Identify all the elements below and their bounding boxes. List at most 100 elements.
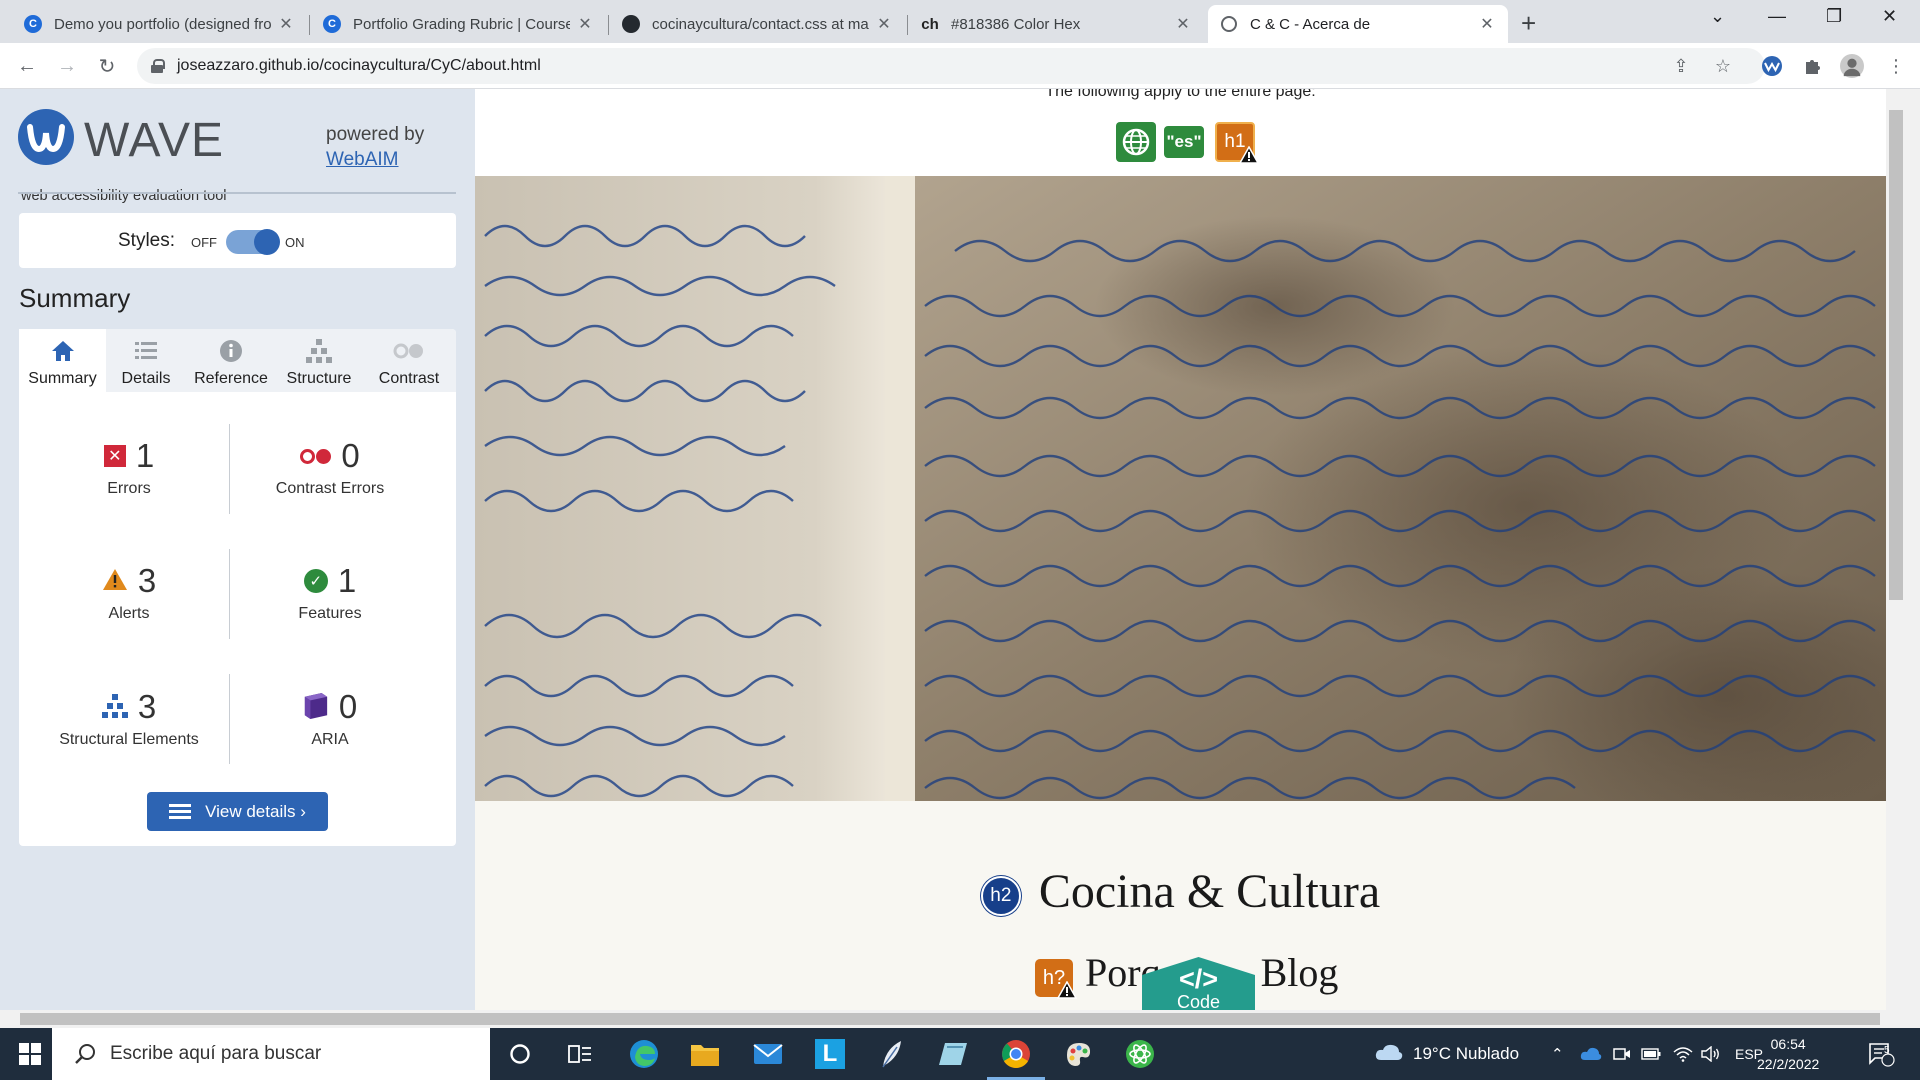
code-symbol: </> (1178, 964, 1219, 994)
volume-icon[interactable] (1701, 1028, 1721, 1080)
close-icon[interactable]: ✕ (277, 14, 295, 34)
webaim-link[interactable]: WebAIM (326, 149, 399, 171)
tab-label: Reference (194, 370, 268, 387)
edge-icon[interactable] (627, 1037, 661, 1071)
forward-arrow-icon[interactable]: → (53, 52, 81, 80)
errors-count: 1 (135, 437, 155, 474)
view-details-label: View details › (205, 801, 306, 821)
alert-triangle-icon (102, 568, 128, 594)
chrome-icon[interactable] (987, 1037, 1045, 1080)
tab-reference[interactable]: Reference (186, 329, 276, 392)
browser-tab[interactable]: C Portfolio Grading Rubric | Course ✕ (311, 5, 606, 43)
alerts-count: 3 (137, 562, 157, 599)
h2-structure-badge[interactable]: h2 (980, 875, 1021, 916)
tab-label: Summary (28, 370, 97, 387)
coursera-icon: C (323, 15, 341, 33)
aria-label: ARIA (311, 731, 349, 748)
close-icon[interactable]: ✕ (875, 14, 893, 34)
h1-alert-badge[interactable]: h1 (1215, 122, 1260, 164)
notifications-icon[interactable]: 5 (1867, 1028, 1895, 1080)
window-close-icon[interactable]: ✕ (1882, 6, 1897, 27)
browser-tab[interactable]: ch #818386 Color Hex ✕ (909, 5, 1204, 43)
menu-kebab-icon[interactable]: ⋮ (1884, 54, 1908, 78)
tab-structure[interactable]: Structure (276, 329, 362, 392)
close-icon[interactable]: ✕ (1174, 14, 1192, 34)
coursera-icon: C (24, 15, 42, 33)
tray-chevron-icon[interactable]: ⌃ (1551, 1028, 1564, 1080)
divider (229, 549, 230, 639)
share-icon[interactable]: ⇪ (1669, 54, 1693, 78)
github-icon (622, 15, 640, 33)
windows-start-icon[interactable] (13, 1037, 47, 1071)
tab-title: Demo you portfolio (designed fro (54, 15, 271, 33)
close-icon[interactable]: ✕ (576, 14, 594, 34)
browser-tab-active[interactable]: C & C - Acerca de ✕ (1208, 5, 1508, 43)
address-bar[interactable]: joseazzaro.github.io/cocinaycultura/CyC/… (137, 48, 1765, 84)
wave-extension-icon[interactable] (1760, 54, 1784, 78)
tab-search-chevron-icon[interactable]: ⌄ (1710, 6, 1725, 27)
new-tab-button[interactable]: + (1521, 8, 1536, 39)
weather-widget[interactable]: 19°C Nublado (1375, 1028, 1519, 1080)
heading-alert-badge[interactable]: h? (1035, 959, 1078, 999)
vertical-scroll-thumb[interactable] (1889, 110, 1903, 600)
apply-text: The following apply to the entire page: (1045, 89, 1316, 100)
feather-app-icon[interactable] (875, 1037, 909, 1071)
view-details-button[interactable]: View details › (147, 792, 328, 831)
tab-contrast[interactable]: Contrast (362, 329, 456, 392)
features-label: Features (298, 605, 362, 622)
stat-features[interactable]: ✓ 1 Features (232, 561, 428, 623)
wifi-icon[interactable] (1673, 1028, 1693, 1080)
wave-wordmark: WAVE (84, 114, 225, 167)
profile-avatar[interactable] (1840, 54, 1864, 78)
bookmark-star-icon[interactable]: ☆ (1711, 54, 1735, 78)
extensions-puzzle-icon[interactable] (1800, 54, 1824, 78)
cortana-icon[interactable] (503, 1037, 537, 1071)
hierarchy-icon (306, 338, 332, 364)
stat-aria[interactable]: 0 ARIA (232, 687, 428, 749)
errors-label: Errors (107, 480, 151, 497)
back-arrow-icon[interactable]: ← (13, 52, 41, 80)
onedrive-icon[interactable] (1580, 1028, 1602, 1080)
mail-icon[interactable] (751, 1037, 785, 1071)
lock-icon[interactable] (151, 59, 165, 73)
language-globe-icon[interactable] (1116, 122, 1156, 162)
file-explorer-icon[interactable] (688, 1037, 722, 1071)
battery-icon[interactable] (1641, 1028, 1661, 1080)
clock-time: 06:54 (1770, 1036, 1806, 1052)
reload-icon[interactable]: ↻ (93, 52, 121, 80)
tab-details[interactable]: Details (106, 329, 186, 392)
notes-app-icon[interactable] (937, 1037, 971, 1071)
meet-now-icon[interactable] (1613, 1028, 1631, 1080)
tab-label: Contrast (378, 370, 440, 387)
structural-count: 3 (137, 688, 157, 725)
restore-icon[interactable]: ❐ (1826, 6, 1842, 27)
wave-logo-icon (18, 109, 74, 165)
blog-heading-end: Blog (1260, 950, 1339, 995)
styles-on-label: ON (285, 235, 305, 250)
wave-subtitle: web accessibility evaluation tool (21, 188, 227, 204)
close-icon[interactable]: ✕ (1478, 14, 1496, 34)
paint-app-icon[interactable] (1061, 1037, 1095, 1071)
taskbar-search-box[interactable]: Escribe aquí para buscar (52, 1028, 490, 1080)
minimize-icon[interactable]: — (1768, 6, 1786, 27)
powered-by-label: powered by (326, 124, 425, 145)
toggle-knob (254, 229, 280, 255)
taskbar-clock[interactable]: 06:54 22/2/2022 (1757, 1034, 1819, 1074)
browser-tab[interactable]: cocinaycultura/contact.css at mai ✕ (610, 5, 905, 43)
stat-alerts[interactable]: 3 Alerts (31, 561, 227, 623)
feature-check-icon: ✓ (303, 569, 328, 593)
atom-app-icon[interactable] (1123, 1037, 1157, 1071)
horizontal-scroll-thumb[interactable] (20, 1013, 1880, 1025)
tab-summary[interactable]: Summary (19, 329, 106, 392)
language-es-badge[interactable]: "es" (1164, 126, 1204, 158)
task-view-icon[interactable] (563, 1037, 597, 1071)
tab-title: cocinaycultura/contact.css at mai (652, 15, 869, 33)
lync-l-icon[interactable]: L (813, 1037, 847, 1071)
stat-errors[interactable]: ✕ 1 Errors (31, 436, 227, 498)
stat-structural-elements[interactable]: 3 Structural Elements (31, 687, 227, 749)
aria-cube-icon (303, 692, 329, 723)
stat-contrast-errors[interactable]: 0 Contrast Errors (232, 436, 428, 498)
styles-toggle[interactable] (226, 229, 280, 255)
contrast-errors-count: 0 (341, 437, 360, 474)
browser-tab[interactable]: C Demo you portfolio (designed fro ✕ (12, 5, 307, 43)
